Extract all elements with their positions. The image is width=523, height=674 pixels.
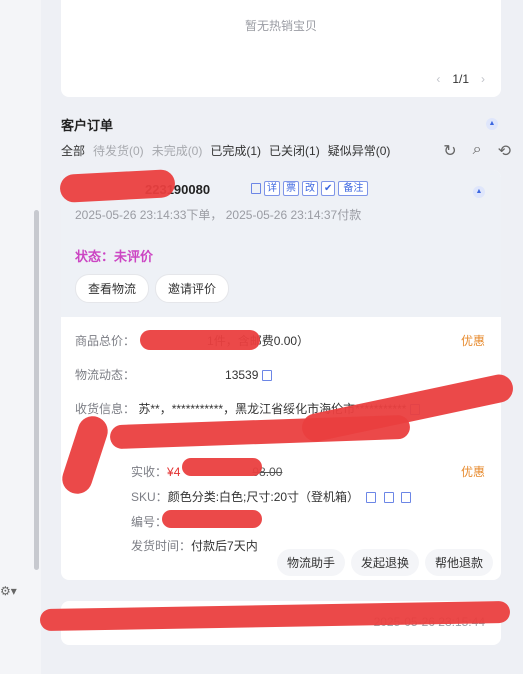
redaction-scribble <box>140 330 260 350</box>
order-status: 状态：未评价 <box>75 249 154 264</box>
settings-icon[interactable]: ⚙▾ <box>0 584 17 598</box>
main-panel: 暂无热销宝贝 ‹ 1/1 › 客户订单 ▲ 全部 待发货(0) 未完成(0) 已… <box>41 0 523 674</box>
modify-badge[interactable]: 改 <box>302 181 318 196</box>
image-icon[interactable] <box>401 492 412 504</box>
copy-icon[interactable] <box>366 492 377 504</box>
order-actions: 查看物流 邀请评价 <box>75 274 230 303</box>
filter-unfinished[interactable]: 未完成(0) <box>152 142 203 159</box>
order-card: 223190080 详 票 改 ✔ 备注 ▲ 2025-05-26 23:14:… <box>61 170 501 580</box>
logistics-assistant-button[interactable]: 物流助手 <box>276 549 345 576</box>
left-scrollbar[interactable] <box>34 210 39 570</box>
logistics-row: 物流动态： 13539 <box>75 366 273 383</box>
collapse-orders-icon[interactable]: ▲ <box>486 118 498 130</box>
edit-icon[interactable] <box>383 492 394 504</box>
pager: ‹ 1/1 › <box>436 72 485 86</box>
order-time: 2025-05-26 23:14:33下单， 2025-05-26 23:14:… <box>75 208 362 222</box>
discount-toggle[interactable]: 优惠 <box>461 332 485 349</box>
prev-page-icon[interactable]: ‹ <box>436 72 440 86</box>
invoice-badge[interactable]: 票 <box>283 181 299 196</box>
ship-time-row: 发货时间：付款后7天内 <box>131 539 258 553</box>
history-icon[interactable]: ⟲ <box>498 141 511 161</box>
sku-row: SKU：颜色分类:白色;尺寸:20寸（登机箱） <box>131 488 412 505</box>
page-number: 1/1 <box>452 72 469 86</box>
refund-button[interactable]: 帮他退款 <box>424 549 493 576</box>
empty-hot-items: 暂无热销宝贝 <box>244 19 317 33</box>
start-return-button[interactable]: 发起退换 <box>350 549 419 576</box>
order-bottom-actions: 物流助手 发起退换 帮他退款 <box>276 549 493 576</box>
order-toolbar: ↻ ⌕ ⟲ <box>443 141 511 161</box>
discount-toggle-2[interactable]: 优惠 <box>461 463 485 480</box>
copy-icon[interactable] <box>251 183 261 194</box>
refresh-icon[interactable]: ↻ <box>443 141 456 161</box>
hot-items-card: 暂无热销宝贝 ‹ 1/1 › <box>61 0 501 97</box>
orders-title: 客户订单 <box>61 118 114 133</box>
copy-icon[interactable] <box>262 370 273 382</box>
redaction-scribble <box>182 458 262 476</box>
redaction-scribble <box>162 510 262 528</box>
filter-abnormal[interactable]: 疑似异常(0) <box>328 142 391 159</box>
left-panel: ⚙▾ <box>0 0 42 674</box>
detail-badge[interactable]: 详 <box>264 181 280 196</box>
order-badges: 详 票 改 ✔ 备注 <box>247 181 369 196</box>
view-logistics-button[interactable]: 查看物流 <box>75 274 150 303</box>
filter-pending-shipment[interactable]: 待发货(0) <box>93 142 144 159</box>
filter-completed[interactable]: 已完成(1) <box>210 142 261 159</box>
collapse-order-icon[interactable]: ▲ <box>473 186 485 198</box>
note-badge[interactable]: 备注 <box>338 181 369 196</box>
next-page-icon[interactable]: › <box>481 72 485 86</box>
order-filters: 全部 待发货(0) 未完成(0) 已完成(1) 已关闭(1) 疑似异常(0) <box>61 142 390 159</box>
filter-closed[interactable]: 已关闭(1) <box>269 142 320 159</box>
check-badge[interactable]: ✔ <box>321 181 336 196</box>
invite-review-button[interactable]: 邀请评价 <box>155 274 230 303</box>
filter-all[interactable]: 全部 <box>61 142 85 159</box>
search-icon[interactable]: ⌕ <box>473 141 482 161</box>
